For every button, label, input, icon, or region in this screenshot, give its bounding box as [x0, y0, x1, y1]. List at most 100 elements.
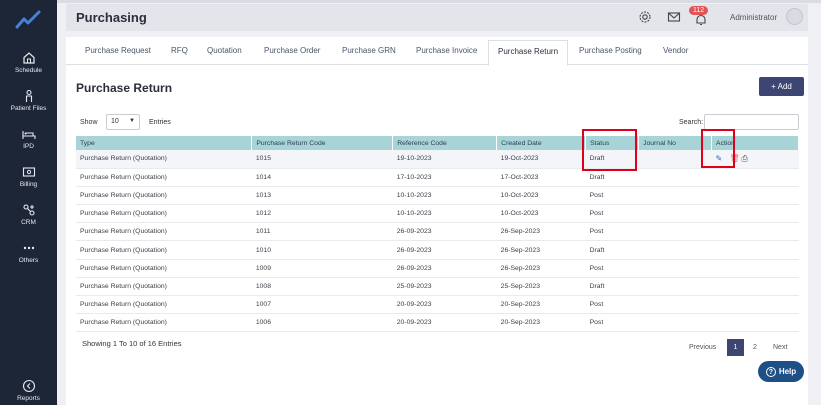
sidebar-item-label: IPD: [23, 143, 34, 150]
cell-created: 17-Oct-2023: [496, 168, 586, 187]
avatar[interactable]: [786, 8, 803, 25]
sidebar-item-schedule[interactable]: Schedule: [0, 51, 57, 74]
cell-journal: [638, 204, 712, 224]
main-panel: Purchase Request RFQ Quotation Purchase …: [66, 37, 808, 405]
mail-icon[interactable]: [667, 10, 681, 24]
cell-ref: 19-10-2023: [392, 150, 497, 169]
cell-ref: 25-09-2023: [392, 277, 497, 297]
table-row: Purchase Return (Quotation) 1012 10-10-2…: [76, 204, 799, 224]
cell-code: 1009: [251, 259, 393, 278]
column-header-type[interactable]: Type: [76, 136, 253, 150]
sidebar-item-label: Billing: [19, 181, 38, 188]
cell-code: 1012: [251, 204, 393, 224]
cell-created: 20-Sep-2023: [496, 313, 586, 333]
caret-down-icon: ▼: [129, 118, 135, 124]
cell-created: 26-Sep-2023: [496, 259, 586, 278]
table-row: Purchase Return (Quotation) 1015 19-10-2…: [76, 150, 799, 169]
cell-journal: [638, 259, 712, 278]
cell-code: 1015: [251, 150, 393, 169]
tab-purchase-request[interactable]: Purchase Request: [85, 46, 151, 55]
column-header-code[interactable]: Purchase Return Code: [251, 136, 394, 150]
cell-actions: [711, 240, 799, 260]
cell-code: 1011: [251, 222, 393, 242]
search-label: Search:: [679, 119, 704, 126]
cell-code: 1008: [251, 277, 393, 297]
sidebar-item-reports[interactable]: Reports: [0, 379, 57, 402]
logo-icon[interactable]: [15, 10, 41, 30]
cell-type: Purchase Return (Quotation): [76, 240, 252, 260]
table-row: Purchase Return (Quotation) 1010 26-09-2…: [76, 240, 799, 260]
cell-ref: 20-09-2023: [392, 313, 497, 333]
table-row: Purchase Return (Quotation) 1008 25-09-2…: [76, 277, 799, 297]
cell-status: Post: [585, 259, 639, 278]
reports-icon: [22, 379, 35, 393]
cell-code: 1013: [251, 186, 393, 206]
bed-icon: [21, 131, 36, 139]
more-icon: [23, 246, 34, 250]
tab-rfq[interactable]: RFQ: [171, 46, 188, 55]
cell-created: 26-Sep-2023: [496, 222, 586, 242]
cell-actions: [711, 222, 799, 242]
table-row: Purchase Return (Quotation) 1014 17-10-2…: [76, 168, 799, 187]
billing-icon: [22, 167, 35, 177]
cell-type: Purchase Return (Quotation): [76, 168, 252, 187]
cell-actions: [711, 277, 799, 297]
cell-ref: 26-09-2023: [392, 240, 497, 260]
tab-quotation[interactable]: Quotation: [207, 46, 242, 55]
sidebar-item-ipd[interactable]: IPD: [0, 127, 57, 150]
cell-actions: [711, 168, 799, 187]
tab-purchase-grn[interactable]: Purchase GRN: [342, 46, 396, 55]
cell-created: 10-Oct-2023: [496, 186, 586, 206]
cell-actions: [711, 186, 799, 206]
bell-icon[interactable]: [694, 13, 708, 27]
sidebar-item-billing[interactable]: Billing: [0, 165, 57, 188]
cell-actions: [711, 313, 799, 333]
tab-purchase-posting[interactable]: Purchase Posting: [579, 46, 642, 55]
cell-ref: 10-10-2023: [392, 204, 497, 224]
cell-journal: [638, 277, 712, 297]
notification-badge: 112: [689, 6, 709, 15]
tab-purchase-order[interactable]: Purchase Order: [264, 46, 320, 55]
entries-select[interactable]: 10 ▼: [106, 114, 140, 130]
cell-ref: 10-10-2023: [392, 186, 497, 206]
sidebar-item-patient-files[interactable]: Patient Files: [0, 89, 57, 112]
pagination-page-2[interactable]: 2: [753, 344, 757, 351]
gear-icon[interactable]: [638, 10, 652, 24]
cell-ref: 26-09-2023: [392, 222, 497, 242]
cell-journal: [638, 313, 712, 333]
cell-status: Post: [585, 186, 639, 206]
user-name[interactable]: Administrator: [730, 13, 777, 22]
cell-journal: [638, 222, 712, 242]
tab-purchase-invoice[interactable]: Purchase Invoice: [416, 46, 477, 55]
cell-type: Purchase Return (Quotation): [76, 277, 252, 297]
person-icon: [25, 89, 32, 102]
cell-type: Purchase Return (Quotation): [76, 295, 252, 315]
tab-purchase-return[interactable]: Purchase Return: [488, 40, 569, 66]
cell-ref: 17-10-2023: [392, 168, 497, 187]
entries-summary: Showing 1 To 10 of 16 Entries: [82, 339, 182, 348]
page-title: Purchase Return: [76, 81, 173, 95]
table-row: Purchase Return (Quotation) 1011 26-09-2…: [76, 222, 799, 242]
help-button[interactable]: ? Help: [758, 361, 804, 382]
cell-ref: 20-09-2023: [392, 295, 497, 315]
cell-journal: [638, 295, 712, 315]
pagination-next[interactable]: Next: [773, 344, 787, 351]
search-input[interactable]: [704, 114, 799, 130]
tab-vendor[interactable]: Vendor: [663, 46, 688, 55]
pagination-page-1[interactable]: 1: [727, 339, 744, 356]
cell-journal: [638, 168, 712, 187]
cell-actions: [711, 259, 799, 278]
help-label: Help: [778, 366, 797, 376]
print-icon[interactable]: ⎙: [742, 154, 751, 163]
sidebar-item-others[interactable]: Others: [0, 241, 57, 264]
home-icon: [22, 52, 35, 64]
add-button[interactable]: + Add: [759, 77, 804, 96]
column-header-created[interactable]: Created Date: [496, 136, 587, 150]
table-row: Purchase Return (Quotation) 1009 26-09-2…: [76, 259, 799, 278]
purchase-return-table: Type Purchase Return Code Reference Code…: [76, 136, 799, 333]
table-header-row: Type Purchase Return Code Reference Code…: [76, 136, 799, 150]
cell-created: 20-Sep-2023: [496, 295, 586, 315]
pagination-previous[interactable]: Previous: [689, 344, 716, 351]
sidebar-item-crm[interactable]: CRM: [0, 203, 57, 226]
column-header-reference[interactable]: Reference Code: [392, 136, 498, 150]
